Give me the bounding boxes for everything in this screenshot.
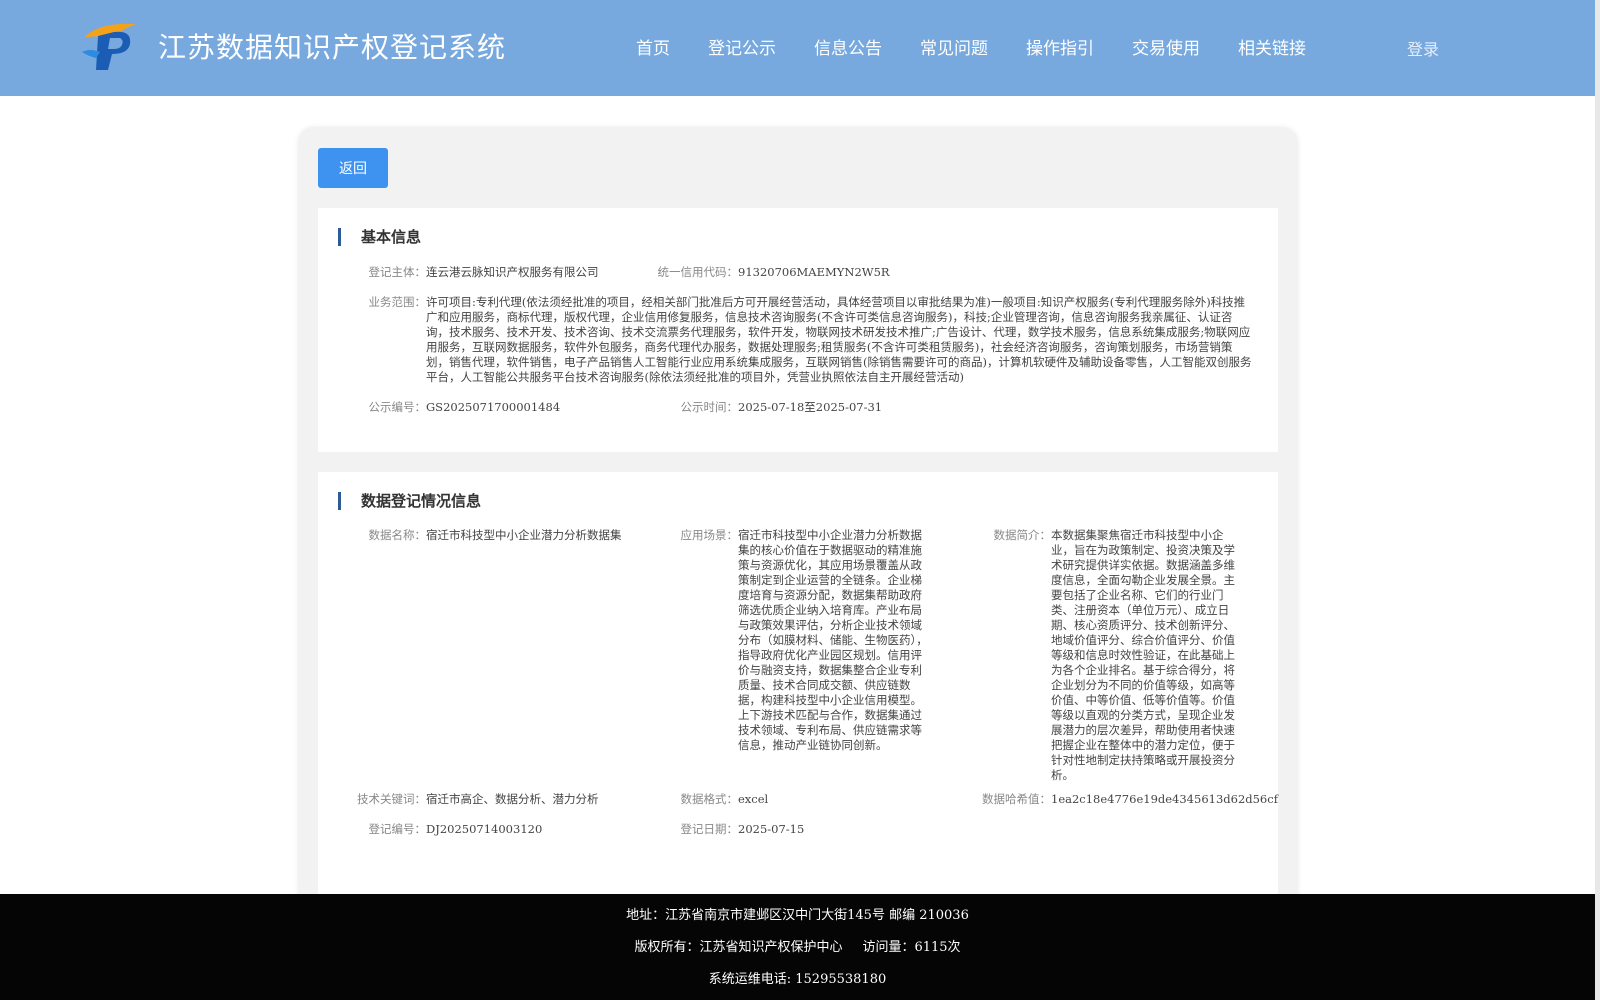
business-scope-field: 业务范围： 许可项目:专利代理(依法须经批准的项目，经相关部门批准后方可开展经营… (369, 295, 1252, 385)
data-name-field: 数据名称： 宿迁市科技型中小企业潜力分析数据集 (369, 528, 622, 543)
footer-visits: 访问量：6115次 (862, 940, 961, 955)
registration-number-label: 登记编号： (368, 822, 427, 836)
registration-date-field: 登记日期： 2025-07-15 (681, 822, 938, 837)
site-logo-icon[interactable] (80, 18, 140, 72)
entity-value: 连云港云脉知识产权服务有限公司 (426, 265, 599, 279)
business-scope-value: 许可项目:专利代理(依法须经批准的项目，经相关部门批准后方可开展经营活动，具体经… (426, 295, 1252, 384)
notice-number-field: 公示编号： GS2025071700001484 (369, 400, 666, 415)
basic-info-card: 基本信息 登记主体： 连云港云脉知识产权服务有限公司 统一信用代码： 91320… (318, 208, 1278, 452)
main-nav: 首页 登记公示 信息公告 常见问题 操作指引 交易使用 相关链接 (636, 34, 1344, 59)
data-name-value: 宿迁市科技型中小企业潜力分析数据集 (426, 528, 622, 542)
nav-announcements[interactable]: 信息公告 (814, 34, 882, 59)
data-hash-label: 数据哈希值： (982, 792, 1051, 806)
detail-panel: 返回 基本信息 登记主体： 连云港云脉知识产权服务有限公司 统一信用代码： 91… (298, 127, 1298, 922)
data-format-label: 数据格式： (680, 792, 739, 806)
footer-address: 地址：江苏省南京市建邺区汉中门大街145号 邮编 210036 (626, 908, 969, 923)
keywords-field: 技术关键词： 宿迁市高企、数据分析、潜力分析 (357, 792, 666, 807)
notice-number-value: GS2025071700001484 (426, 400, 561, 414)
nav-guide[interactable]: 操作指引 (1026, 34, 1094, 59)
data-intro-label: 数据简介： (993, 528, 1052, 542)
page-scrollbar[interactable] (1595, 0, 1600, 1000)
application-scene-value: 宿迁市科技型中小企业潜力分析数据集的核心价值在于数据驱动的精准施策与资源优化，其… (738, 528, 928, 752)
data-format-value: excel (738, 792, 769, 806)
notice-time-value: 2025-07-18至2025-07-31 (738, 400, 883, 414)
application-scene-label: 应用场景： (680, 528, 739, 542)
data-name-label: 数据名称： (368, 528, 427, 542)
registration-date-label: 登记日期： (680, 822, 739, 836)
login-link[interactable]: 登录 (1407, 36, 1439, 60)
data-hash-field: 数据哈希值： 1ea2c18e4776e19de4345613d62d56cf (982, 792, 1278, 807)
entity-field: 登记主体： 连云港云脉知识产权服务有限公司 (369, 265, 646, 280)
footer-copyright: 版权所有：江苏省知识产权保护中心 (634, 940, 843, 955)
basic-info-title: 基本信息 (338, 228, 421, 246)
site-footer: 地址：江苏省南京市建邺区汉中门大街145号 邮编 210036 版权所有：江苏省… (0, 894, 1595, 1000)
data-hash-value: 1ea2c18e4776e19de4345613d62d56cf (1051, 792, 1278, 806)
credit-code-value: 91320706MAEMYN2W5R (738, 265, 890, 279)
registration-info-card: 数据登记情况信息 数据名称： 宿迁市科技型中小企业潜力分析数据集 应用场景： 宿… (318, 472, 1278, 922)
registration-info-title: 数据登记情况信息 (338, 492, 481, 510)
back-button[interactable]: 返回 (318, 148, 388, 188)
nav-faq[interactable]: 常见问题 (920, 34, 988, 59)
keywords-value: 宿迁市高企、数据分析、潜力分析 (426, 792, 599, 806)
registration-number-value: DJ20250714003120 (426, 822, 543, 836)
notice-number-label: 公示编号： (368, 400, 427, 414)
nav-home[interactable]: 首页 (636, 34, 670, 59)
registration-number-field: 登记编号： DJ20250714003120 (369, 822, 666, 837)
data-intro-value: 本数据集聚焦宿迁市科技型中小企业，旨在为政策制定、投资决策及学术研究提供详实依据… (1051, 528, 1235, 782)
nav-links[interactable]: 相关链接 (1238, 34, 1306, 59)
notice-time-label: 公示时间： (680, 400, 739, 414)
nav-registration-notice[interactable]: 登记公示 (708, 34, 776, 59)
data-format-field: 数据格式： excel (681, 792, 938, 807)
credit-code-label: 统一信用代码： (657, 265, 739, 279)
keywords-label: 技术关键词： (357, 792, 426, 806)
footer-phone: 系统运维电话: 15295538180 (708, 972, 887, 987)
registration-date-value: 2025-07-15 (738, 822, 805, 836)
entity-label: 登记主体： (368, 265, 427, 279)
site-title: 江苏数据知识产权登记系统 (158, 31, 507, 64)
notice-time-field: 公示时间： 2025-07-18至2025-07-31 (681, 400, 978, 415)
site-header: 江苏数据知识产权登记系统 首页 登记公示 信息公告 常见问题 操作指引 交易使用… (0, 0, 1595, 96)
data-intro-field: 数据简介： 本数据集聚焦宿迁市科技型中小企业，旨在为政策制定、投资决策及学术研究… (994, 528, 1245, 783)
nav-trading[interactable]: 交易使用 (1132, 34, 1200, 59)
application-scene-field: 应用场景： 宿迁市科技型中小企业潜力分析数据集的核心价值在于数据驱动的精准施策与… (681, 528, 932, 753)
business-scope-label: 业务范围： (368, 295, 427, 309)
credit-code-field: 统一信用代码： 91320706MAEMYN2W5R (658, 265, 978, 280)
footer-copyright-line: 版权所有：江苏省知识产权保护中心 访问量：6115次 (0, 936, 1595, 955)
